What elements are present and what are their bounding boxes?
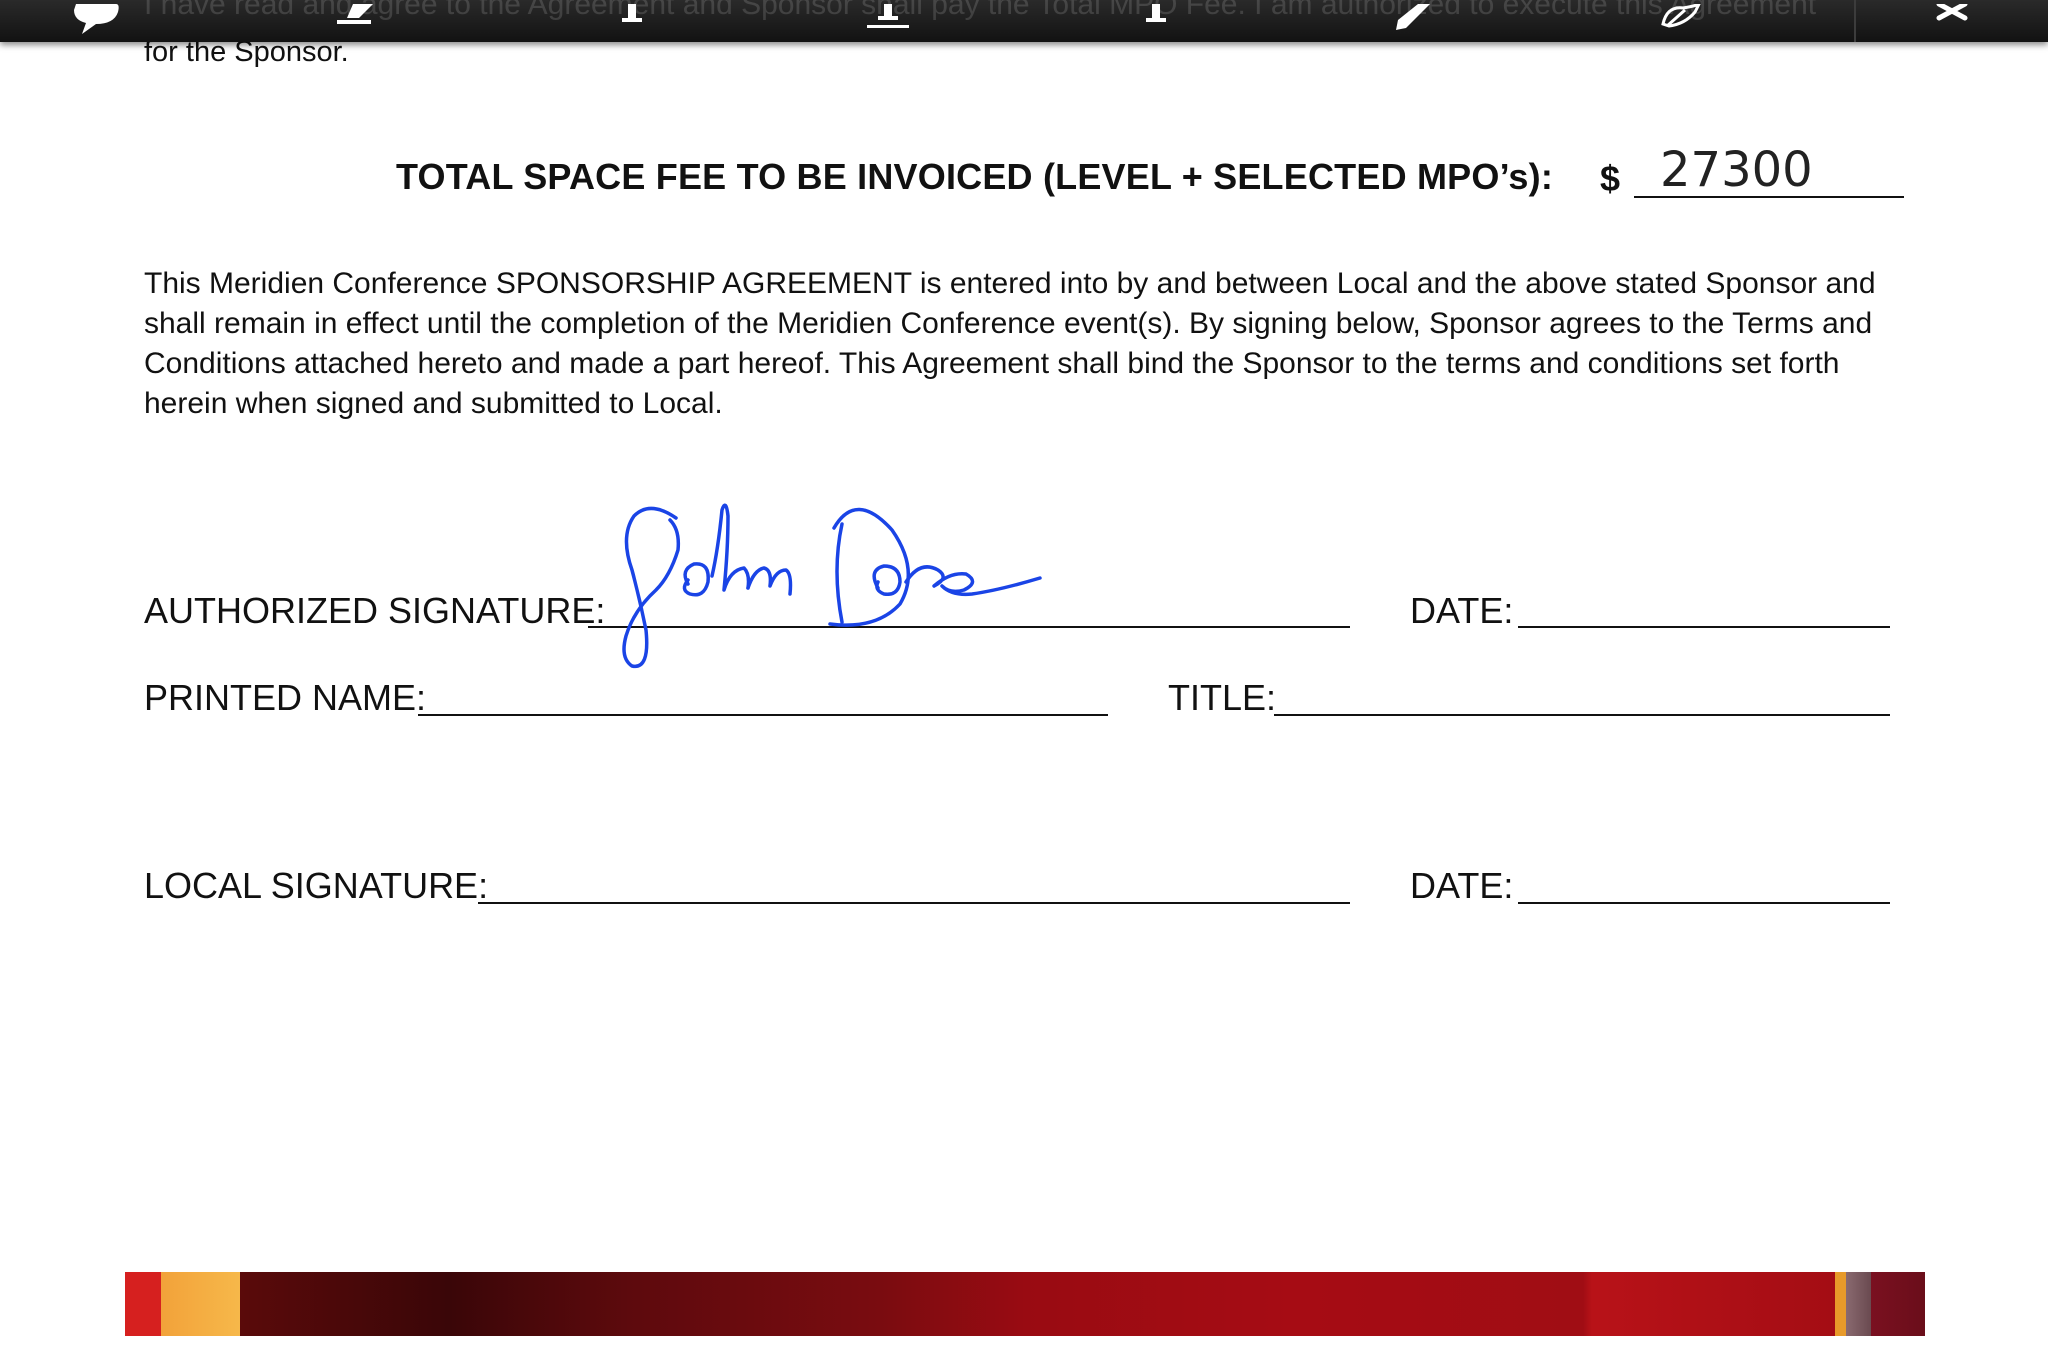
date-field-1[interactable] bbox=[1518, 626, 1890, 628]
close-icon bbox=[1936, 4, 1968, 21]
local-signature-label: LOCAL SIGNATURE: bbox=[144, 865, 489, 906]
text-tool-button[interactable] bbox=[600, 0, 664, 42]
comment-tool-button[interactable] bbox=[64, 0, 128, 42]
highlight-tool-button[interactable] bbox=[328, 0, 392, 42]
annotation-toolbar bbox=[0, 0, 2048, 42]
underline-text-tool-button[interactable] bbox=[856, 0, 920, 42]
handwritten-signature[interactable] bbox=[620, 490, 1060, 680]
strikeout-text-icon bbox=[1146, 4, 1166, 22]
title-field[interactable] bbox=[1274, 714, 1890, 716]
date-label-2: DATE: bbox=[1410, 865, 1514, 906]
close-toolbar-button[interactable] bbox=[1920, 0, 1984, 42]
date-label-1: DATE: bbox=[1410, 590, 1514, 631]
local-signature-field[interactable] bbox=[478, 902, 1350, 904]
signature-icon bbox=[1661, 4, 1701, 28]
printed-name-label: PRINTED NAME: bbox=[144, 677, 427, 718]
footer-text-cutoff bbox=[0, 1348, 2048, 1365]
underline-text-icon bbox=[867, 4, 909, 28]
strikeout-text-tool-button[interactable] bbox=[1124, 0, 1188, 42]
total-space-fee-label: TOTAL SPACE FEE TO BE INVOICED (LEVEL + … bbox=[396, 156, 1554, 197]
footer-color-banner bbox=[125, 1272, 1925, 1336]
printed-name-field[interactable] bbox=[418, 714, 1108, 716]
total-fee-value[interactable]: 27300 bbox=[1660, 142, 1813, 198]
draw-pen-icon bbox=[1396, 4, 1430, 30]
authorized-signature-label: AUTHORIZED SIGNATURE: bbox=[144, 590, 606, 631]
date-field-2[interactable] bbox=[1518, 902, 1890, 904]
text-icon bbox=[622, 4, 642, 22]
highlight-icon bbox=[337, 4, 373, 24]
toolbar-separator bbox=[1854, 0, 1856, 42]
title-label: TITLE: bbox=[1168, 677, 1277, 718]
comment-icon bbox=[74, 4, 119, 34]
draw-tool-button[interactable] bbox=[1380, 0, 1444, 42]
currency-symbol: $ bbox=[1600, 158, 1621, 199]
signature-tool-button[interactable] bbox=[1650, 0, 1714, 42]
agreement-paragraph: This Meridien Conference SPONSORSHIP AGR… bbox=[144, 267, 1876, 420]
